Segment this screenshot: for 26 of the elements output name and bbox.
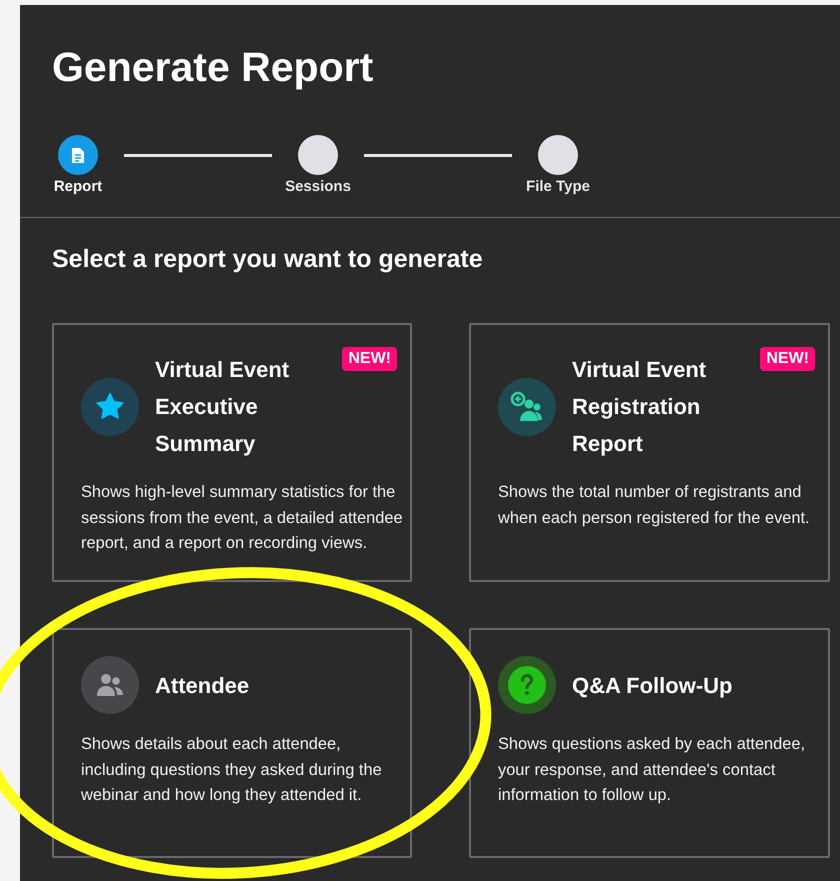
step-label: Report <box>54 178 102 195</box>
step-circle[interactable] <box>538 135 578 175</box>
star-icon <box>95 392 125 421</box>
card-description: Shows details about each attendee, including questions they asked during the webinar and how long they attended it. <box>81 734 383 806</box>
report-card[interactable]: Virtual Event Executive Summary NEW! Shows high-level summary statistics for the sessions from the event, a detailed attendee report, and a report on recording views. <box>52 323 412 582</box>
step-circle[interactable] <box>298 135 338 175</box>
add-users-icon <box>510 390 544 422</box>
report-card[interactable]: Virtual Event Registration Report NEW! Shows the total number of registrants and when each person registered for the event. <box>469 323 830 582</box>
card-title: Virtual Event Registration Report <box>572 356 708 458</box>
report-card[interactable]: Q&A Follow-Up Shows questions asked by each attendee, your response, and attendee's contact information to follow up. <box>469 628 830 858</box>
new-badge: NEW! <box>760 347 815 371</box>
card-description: Shows the total number of registrants and when each person registered for the event. <box>498 482 811 528</box>
document-icon <box>71 146 85 164</box>
card-title: Q&A Follow-Up <box>572 672 732 700</box>
users-icon <box>96 673 124 697</box>
step-label: Sessions <box>285 178 351 195</box>
card-description: Shows questions asked by each attendee, your response, and attendee's contact information to follow up. <box>498 734 806 806</box>
step-label: File Type <box>526 178 590 195</box>
report-card[interactable]: Attendee Shows details about each attendee, including questions they asked during the webinar and how long they attended it. <box>52 628 412 858</box>
card-title: Attendee <box>155 672 250 700</box>
card-description: Shows high-level summary statistics for the sessions from the event, a detailed attendee report, and a report on recording views. <box>81 482 404 554</box>
page-title: Generate Report <box>52 43 374 91</box>
step-circle[interactable] <box>58 135 98 175</box>
section-heading: Select a report you want to generate <box>52 244 484 275</box>
new-badge: NEW! <box>342 347 397 371</box>
question-icon <box>508 666 546 704</box>
